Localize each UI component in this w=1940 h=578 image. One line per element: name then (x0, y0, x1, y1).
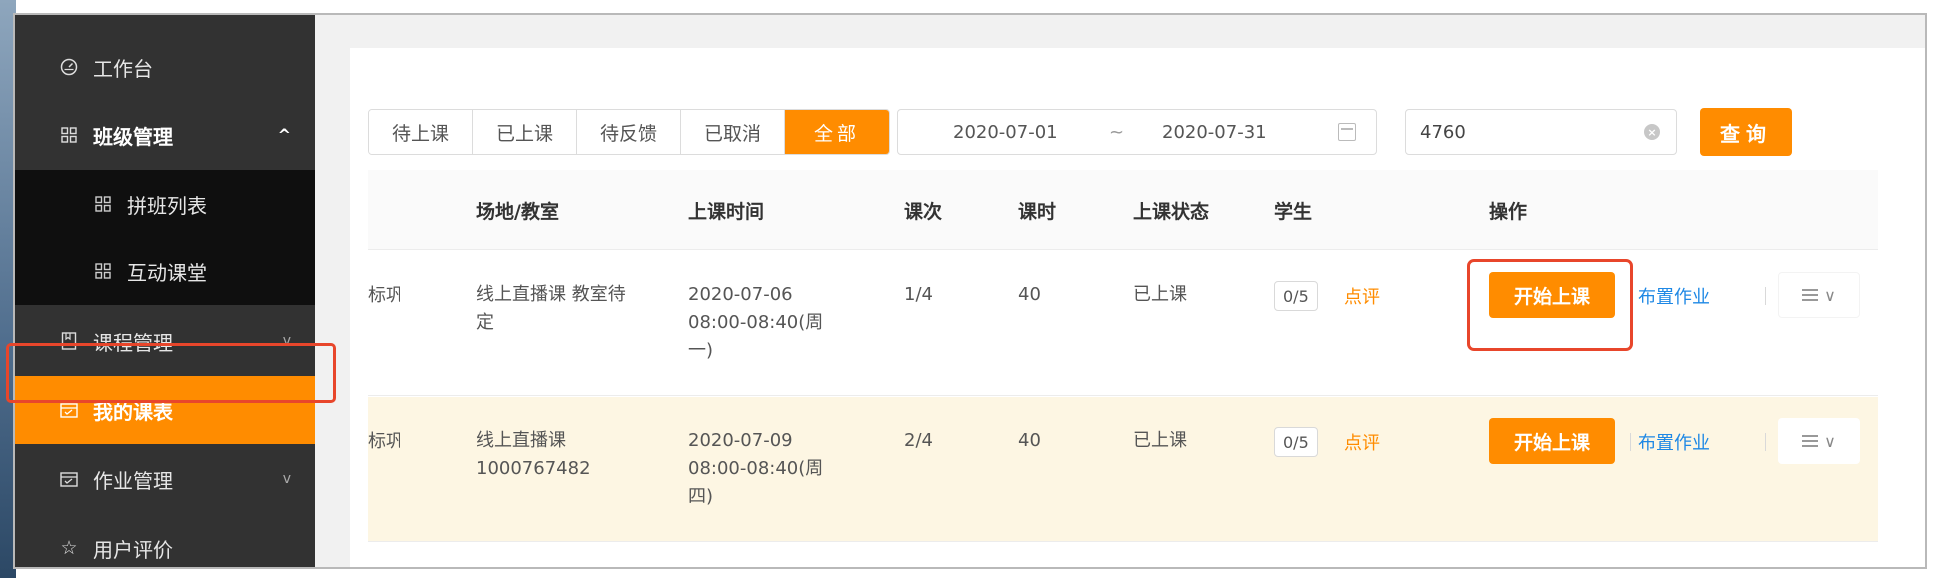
session-cell: 2/4 (904, 430, 933, 451)
divider (1630, 287, 1631, 305)
column-header-actions: 操作 (1489, 200, 1528, 223)
teacher-name-cell: 谭标巩 (368, 431, 400, 452)
divider (1765, 287, 1766, 305)
time-line: 四) (688, 486, 714, 507)
calendar-icon (1338, 123, 1356, 141)
sidebar-item-label: 作业管理 (93, 468, 173, 493)
column-header-hours: 课时 (1018, 200, 1057, 223)
sidebar-item-label: 工作台 (93, 56, 153, 81)
time-cell: 2020-07-09 08:00-08:40(周 四) (688, 427, 823, 511)
status-cell: 已上课 (1133, 284, 1187, 305)
time-line: 08:00-08:40(周 (688, 312, 824, 333)
sidebar-item-user-reviews[interactable]: ☆ 用户评价 (15, 514, 315, 567)
hours-cell: 40 (1018, 430, 1041, 451)
time-cell: 2020-07-06 08:00-08:40(周 一) (688, 281, 823, 365)
list-icon (1802, 289, 1819, 301)
column-header-venue: 场地/教室 (476, 200, 559, 223)
review-link[interactable]: 点评 (1344, 283, 1380, 309)
star-icon: ☆ (60, 537, 78, 559)
chevron-down-icon: v (282, 471, 291, 487)
search-input[interactable] (1405, 109, 1677, 155)
more-actions-dropdown[interactable]: ∨ (1778, 272, 1860, 318)
divider (1630, 433, 1631, 451)
date-separator: ~ (1109, 121, 1125, 143)
calendar-icon (59, 400, 79, 420)
assign-homework-link[interactable]: 布置作业 (1638, 283, 1710, 309)
column-header-session: 课次 (904, 200, 943, 223)
sidebar-item-class-management[interactable]: 班级管理 ^ (15, 101, 315, 169)
query-button[interactable]: 查询 (1700, 108, 1792, 156)
student-count-badge: 0/5 (1274, 281, 1318, 311)
chevron-down-icon: ∨ (1824, 285, 1836, 305)
tab-completed[interactable]: 已上课 (473, 110, 577, 154)
venue-line: 1000767482 (476, 458, 591, 479)
sidebar-item-label: 我的课表 (93, 399, 173, 424)
venue-cell: 线上直播课 教室待 定 (476, 281, 646, 337)
sidebar-item-course-management[interactable]: 课程管理 v (15, 307, 315, 375)
sidebar-item-label: 课程管理 (93, 330, 173, 355)
assign-homework-link[interactable]: 布置作业 (1638, 429, 1710, 455)
teacher-name-cell: 谭标巩 (368, 285, 400, 306)
tab-cancelled[interactable]: 已取消 (681, 110, 785, 154)
tab-awaiting-feedback[interactable]: 待反馈 (577, 110, 681, 154)
sidebar: 工作台 班级管理 ^ 拼班列表 互动课堂 课程管理 v 我的课表 作业管理 v … (15, 15, 315, 567)
dashboard-icon (59, 57, 79, 77)
start-class-button[interactable]: 开始上课 (1489, 272, 1615, 318)
sidebar-item-label: 互动课堂 (127, 260, 207, 285)
list-icon (1802, 435, 1819, 447)
divider (1765, 433, 1766, 451)
date-start[interactable]: 2020-07-01 (953, 122, 1058, 143)
grid-icon (93, 194, 113, 214)
sidebar-item-group-class-list[interactable]: 拼班列表 (15, 170, 315, 238)
date-end[interactable]: 2020-07-31 (1162, 122, 1267, 143)
table-row: 谭标巩 线上直播课 教室待 定 2020-07-06 08:00-08:40(周… (368, 251, 1878, 396)
time-line: 2020-07-09 (688, 430, 793, 451)
grid-icon (93, 261, 113, 281)
calendar-icon (59, 469, 79, 489)
chevron-down-icon: v (282, 333, 291, 349)
sidebar-item-my-schedule[interactable]: 我的课表 (15, 376, 315, 444)
sidebar-item-homework-management[interactable]: 作业管理 v (15, 445, 315, 513)
venue-line: 线上直播课 (476, 430, 566, 451)
clear-icon[interactable]: × (1644, 124, 1660, 140)
chevron-up-icon: ^ (277, 125, 291, 145)
start-class-button[interactable]: 开始上课 (1489, 418, 1615, 464)
table-header: 场地/教室 上课时间 课次 课时 上课状态 学生 操作 (368, 170, 1878, 250)
hours-cell: 40 (1018, 284, 1041, 305)
column-header-time: 上课时间 (688, 200, 765, 223)
time-line: 一) (688, 340, 714, 361)
sidebar-item-workbench[interactable]: 工作台 (15, 33, 315, 101)
tab-pending[interactable]: 待上课 (369, 110, 473, 154)
sidebar-item-label: 班级管理 (93, 124, 173, 149)
date-range-picker[interactable]: 2020-07-01 ~ 2020-07-31 (897, 109, 1377, 155)
more-actions-dropdown[interactable]: ∨ (1778, 418, 1860, 464)
column-header-status: 上课状态 (1133, 200, 1210, 223)
grid-icon (59, 125, 79, 145)
tab-all[interactable]: 全部 (785, 110, 889, 154)
book-icon (59, 331, 79, 351)
student-count-badge: 0/5 (1274, 427, 1318, 457)
status-tabs: 待上课 已上课 待反馈 已取消 全部 (368, 109, 890, 155)
chevron-down-icon: ∨ (1824, 431, 1836, 451)
time-line: 08:00-08:40(周 (688, 458, 824, 479)
table-row: 谭标巩 线上直播课 1000767482 2020-07-09 08:00-08… (368, 397, 1878, 542)
status-cell: 已上课 (1133, 430, 1187, 451)
sidebar-item-label: 拼班列表 (127, 193, 207, 218)
venue-cell: 线上直播课 1000767482 (476, 427, 646, 483)
review-link[interactable]: 点评 (1344, 429, 1380, 455)
sidebar-item-label: 用户评价 (93, 537, 173, 562)
column-header-students: 学生 (1274, 200, 1313, 223)
venue-line: 定 (476, 312, 494, 333)
time-line: 2020-07-06 (688, 284, 793, 305)
venue-line: 线上直播课 教室待 (476, 284, 626, 305)
session-cell: 1/4 (904, 284, 933, 305)
sidebar-item-interactive-class[interactable]: 互动课堂 (15, 237, 315, 305)
